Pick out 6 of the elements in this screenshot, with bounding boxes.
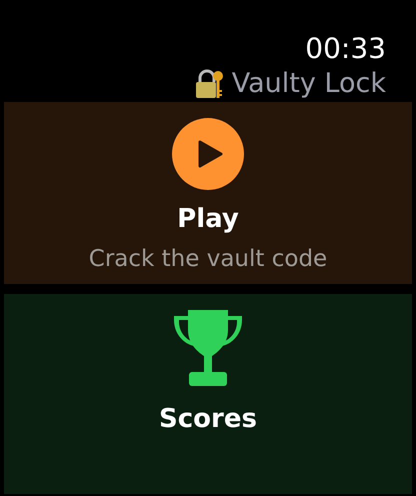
app-title: Vaulty Lock	[232, 67, 386, 101]
clock-time: 00:33	[305, 32, 386, 66]
lock-and-key-icon	[194, 68, 226, 100]
card-subtitle: Crack the vault code	[88, 246, 328, 272]
menu-card[interactable]: Scores	[4, 294, 412, 494]
menu-card[interactable]: Play Crack the vault code	[4, 102, 412, 284]
